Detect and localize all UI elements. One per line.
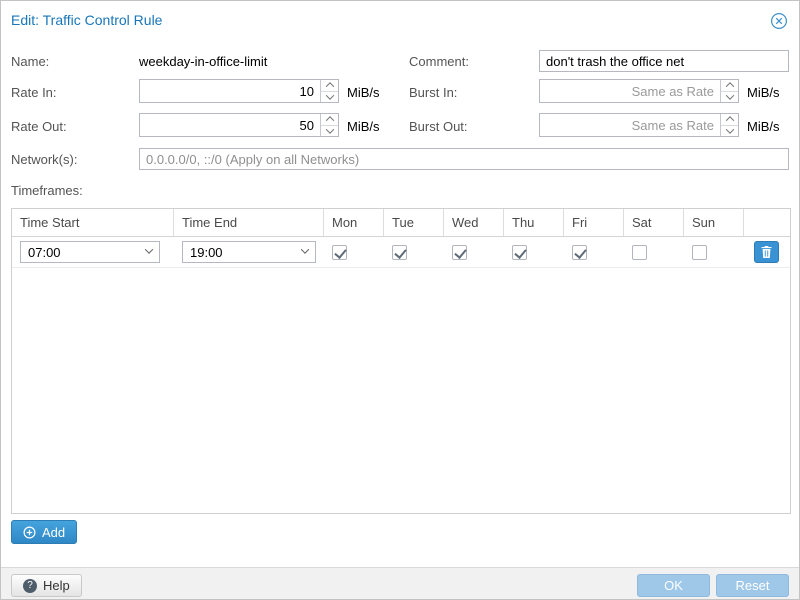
sat-checkbox[interactable]	[632, 245, 647, 260]
name-label: Name:	[11, 54, 49, 69]
burst-in-label: Burst In:	[409, 85, 457, 100]
delete-row-button[interactable]	[754, 241, 779, 263]
spin-up-icon[interactable]	[321, 80, 338, 92]
wed-cell	[444, 237, 504, 267]
time-end-value: 19:00	[190, 245, 223, 260]
add-button[interactable]: Add	[11, 520, 77, 544]
help-button[interactable]: ? Help	[11, 574, 82, 597]
add-button-label: Add	[42, 525, 65, 540]
thu-cell	[504, 237, 564, 267]
burst-out-unit: MiB/s	[747, 119, 780, 134]
tue-checkbox[interactable]	[392, 245, 407, 260]
rate-in-spinner	[320, 80, 338, 102]
rate-in-input[interactable]: 10	[139, 79, 339, 103]
column-header-time-end[interactable]: Time End	[174, 209, 324, 236]
dialog-titlebar: Edit: Traffic Control Rule	[1, 1, 799, 39]
ok-button-label: OK	[664, 578, 683, 593]
rate-out-input[interactable]: 50	[139, 113, 339, 137]
name-value: weekday-in-office-limit	[139, 54, 267, 69]
table-header-row: Time Start Time End Mon Tue Wed Thu Fri …	[12, 209, 790, 237]
column-header-tue[interactable]: Tue	[384, 209, 444, 236]
time-end-cell: 19:00	[174, 237, 324, 267]
comment-label: Comment:	[409, 54, 469, 69]
fri-checkbox[interactable]	[572, 245, 587, 260]
rate-in-value: 10	[140, 80, 320, 102]
spin-up-icon[interactable]	[721, 80, 738, 92]
table-row: 07:00 19:00	[12, 237, 790, 268]
timeframes-label: Timeframes:	[11, 183, 83, 198]
wed-checkbox[interactable]	[452, 245, 467, 260]
reset-button[interactable]: Reset	[716, 574, 789, 597]
comment-input-value: don't trash the office net	[546, 54, 684, 69]
help-button-label: Help	[43, 578, 70, 593]
reset-button-label: Reset	[736, 578, 770, 593]
burst-in-placeholder: Same as Rate	[540, 80, 720, 102]
burst-in-input[interactable]: Same as Rate	[539, 79, 739, 103]
trash-icon	[761, 246, 772, 258]
comment-input[interactable]: don't trash the office net	[539, 50, 789, 72]
spin-up-icon[interactable]	[321, 114, 338, 126]
burst-out-placeholder: Same as Rate	[540, 114, 720, 136]
rate-out-label: Rate Out:	[11, 119, 67, 134]
spin-up-icon[interactable]	[721, 114, 738, 126]
chevron-down-icon	[145, 245, 153, 253]
rate-in-unit: MiB/s	[347, 85, 380, 100]
rate-out-unit: MiB/s	[347, 119, 380, 134]
column-header-sun[interactable]: Sun	[684, 209, 744, 236]
column-header-actions	[744, 209, 790, 236]
column-header-mon[interactable]: Mon	[324, 209, 384, 236]
plus-circle-icon	[23, 526, 36, 539]
burst-out-spinner	[720, 114, 738, 136]
sun-cell	[684, 237, 744, 267]
spin-down-icon[interactable]	[321, 92, 338, 103]
spin-down-icon[interactable]	[721, 92, 738, 103]
column-header-time-start[interactable]: Time Start	[12, 209, 174, 236]
close-icon[interactable]	[770, 12, 788, 30]
burst-in-unit: MiB/s	[747, 85, 780, 100]
actions-cell	[744, 237, 790, 267]
time-start-select[interactable]: 07:00	[20, 241, 160, 263]
column-header-sat[interactable]: Sat	[624, 209, 684, 236]
networks-label: Network(s):	[11, 152, 77, 167]
rate-out-value: 50	[140, 114, 320, 136]
tue-cell	[384, 237, 444, 267]
sat-cell	[624, 237, 684, 267]
dialog-footer: ? Help OK Reset	[1, 567, 799, 600]
time-start-cell: 07:00	[12, 237, 174, 267]
burst-out-input[interactable]: Same as Rate	[539, 113, 739, 137]
mon-cell	[324, 237, 384, 267]
thu-checkbox[interactable]	[512, 245, 527, 260]
networks-placeholder: 0.0.0.0/0, ::/0 (Apply on all Networks)	[146, 152, 359, 167]
spin-down-icon[interactable]	[321, 126, 338, 137]
burst-out-label: Burst Out:	[409, 119, 468, 134]
mon-checkbox[interactable]	[332, 245, 347, 260]
rate-in-label: Rate In:	[11, 85, 57, 100]
spin-down-icon[interactable]	[721, 126, 738, 137]
column-header-thu[interactable]: Thu	[504, 209, 564, 236]
time-start-value: 07:00	[28, 245, 61, 260]
edit-traffic-control-rule-dialog: Edit: Traffic Control Rule Name: weekday…	[0, 0, 800, 600]
column-header-fri[interactable]: Fri	[564, 209, 624, 236]
question-mark-icon: ?	[23, 579, 37, 593]
ok-button[interactable]: OK	[637, 574, 710, 597]
fri-cell	[564, 237, 624, 267]
sun-checkbox[interactable]	[692, 245, 707, 260]
rate-out-spinner	[320, 114, 338, 136]
networks-input[interactable]: 0.0.0.0/0, ::/0 (Apply on all Networks)	[139, 148, 789, 170]
burst-in-spinner	[720, 80, 738, 102]
column-header-wed[interactable]: Wed	[444, 209, 504, 236]
chevron-down-icon	[301, 245, 309, 253]
dialog-title: Edit: Traffic Control Rule	[11, 12, 162, 28]
time-end-select[interactable]: 19:00	[182, 241, 316, 263]
timeframes-table: Time Start Time End Mon Tue Wed Thu Fri …	[11, 208, 791, 514]
